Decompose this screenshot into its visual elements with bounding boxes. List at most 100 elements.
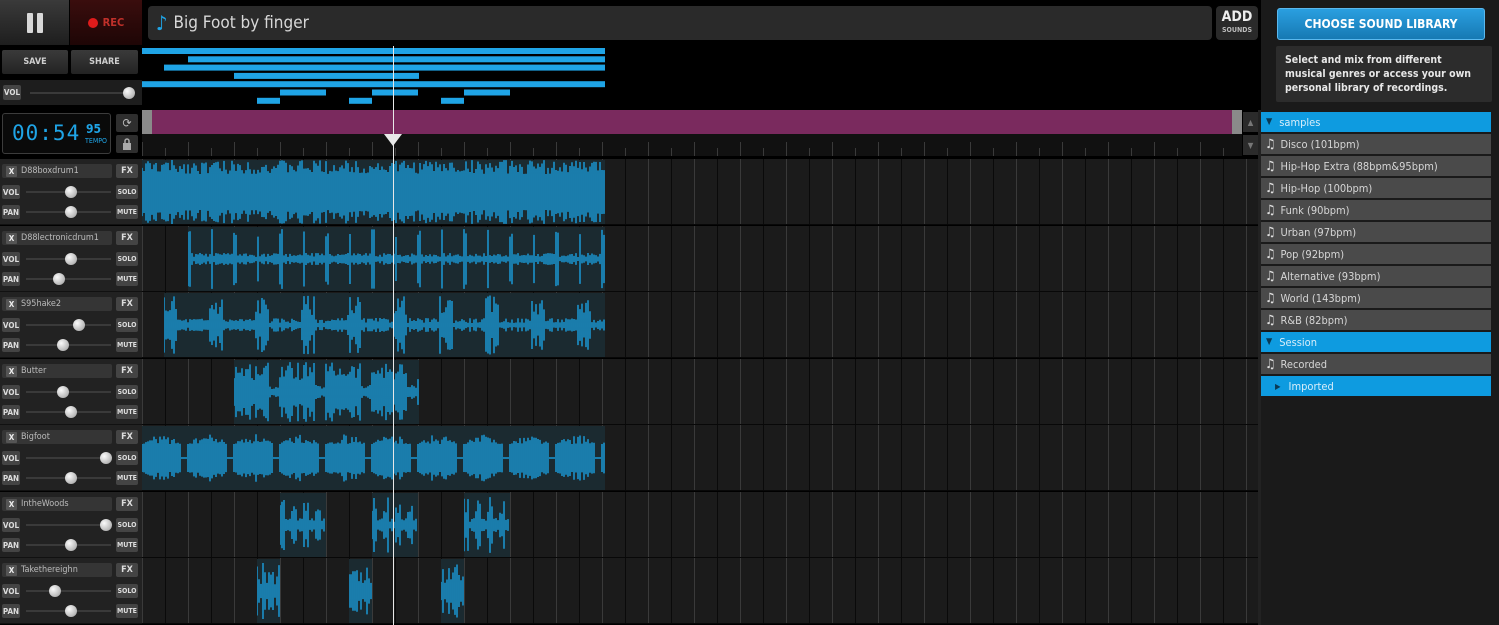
library-row[interactable]: ♫ Recorded xyxy=(1261,354,1491,374)
scroll-up-icon[interactable]: ▲ xyxy=(1243,112,1258,132)
audio-clip[interactable] xyxy=(280,493,326,557)
library-row[interactable]: ▼ Session xyxy=(1261,332,1491,352)
timeline-ruler[interactable] xyxy=(142,134,1242,156)
mute-button[interactable]: MUTE xyxy=(116,338,138,352)
pan-knob[interactable] xyxy=(65,206,77,218)
track-name-box[interactable]: X D88boxdrum1 xyxy=(2,164,112,178)
pan-knob[interactable] xyxy=(57,339,69,351)
vol-knob[interactable] xyxy=(49,585,61,597)
library-row[interactable]: ♫ Pop (92bpm) xyxy=(1261,244,1491,264)
library-row[interactable]: ♫ Hip-Hop (100bpm) xyxy=(1261,178,1491,198)
add-sounds-button[interactable]: ADD SOUNDS xyxy=(1216,6,1258,40)
track-name-box[interactable]: X S95hake2 xyxy=(2,297,112,311)
track-lane[interactable] xyxy=(142,492,1258,558)
playhead[interactable] xyxy=(393,46,394,625)
audio-clip[interactable] xyxy=(142,426,605,490)
track-name-box[interactable]: X Butter xyxy=(2,364,112,378)
remove-track-button[interactable]: X xyxy=(6,431,17,443)
loop-end-handle[interactable] xyxy=(1232,110,1242,134)
arrangement-overview[interactable] xyxy=(142,46,1260,108)
vol-knob[interactable] xyxy=(100,519,112,531)
track-name-box[interactable]: X IntheWoods xyxy=(2,497,112,511)
save-button[interactable]: SAVE xyxy=(2,50,68,74)
loop-start-handle[interactable] xyxy=(142,110,152,134)
vol-knob[interactable] xyxy=(73,319,85,331)
solo-button[interactable]: SOLO xyxy=(116,252,138,266)
remove-track-button[interactable]: X xyxy=(6,298,17,310)
library-row[interactable]: ♫ World (143bpm) xyxy=(1261,288,1491,308)
remove-track-button[interactable]: X xyxy=(6,232,17,244)
fx-button[interactable]: FX xyxy=(116,231,138,245)
sync-icon[interactable]: ⟳ xyxy=(116,114,138,132)
track-lane[interactable] xyxy=(142,292,1258,358)
pan-knob[interactable] xyxy=(65,406,77,418)
audio-clip[interactable] xyxy=(142,160,605,224)
vol-slider[interactable] xyxy=(26,590,111,592)
solo-button[interactable]: SOLO xyxy=(116,518,138,532)
audio-clip[interactable] xyxy=(164,293,605,357)
vol-knob[interactable] xyxy=(65,253,77,265)
solo-button[interactable]: SOLO xyxy=(116,185,138,199)
vol-knob[interactable] xyxy=(65,186,77,198)
scroll-down-icon[interactable]: ▼ xyxy=(1243,135,1258,155)
mute-button[interactable]: MUTE xyxy=(116,471,138,485)
library-row[interactable]: ♫ R&B (82bpm) xyxy=(1261,310,1491,330)
library-row[interactable]: ▶ Imported xyxy=(1261,376,1491,396)
track-name-box[interactable]: X D88lectronicdrum1 xyxy=(2,231,112,245)
library-row[interactable]: ♫ Disco (101bpm) xyxy=(1261,134,1491,154)
track-lane[interactable] xyxy=(142,226,1258,292)
remove-track-button[interactable]: X xyxy=(6,365,17,377)
vol-slider[interactable] xyxy=(26,457,111,459)
record-button[interactable]: REC xyxy=(70,0,142,45)
vol-slider[interactable] xyxy=(26,324,111,326)
track-lane[interactable] xyxy=(142,159,1258,225)
share-button[interactable]: SHARE xyxy=(71,50,138,74)
vol-knob[interactable] xyxy=(57,386,69,398)
solo-button[interactable]: SOLO xyxy=(116,451,138,465)
lock-icon[interactable] xyxy=(116,135,138,153)
pan-knob[interactable] xyxy=(65,472,77,484)
audio-clip[interactable] xyxy=(188,227,605,291)
audio-clip[interactable] xyxy=(372,493,418,557)
track-name-box[interactable]: X Takethereighn xyxy=(2,563,112,577)
remove-track-button[interactable]: X xyxy=(6,498,17,510)
library-row[interactable]: ♫ Funk (90bpm) xyxy=(1261,200,1491,220)
mute-button[interactable]: MUTE xyxy=(116,272,138,286)
audio-clip[interactable] xyxy=(257,559,280,623)
track-lane[interactable] xyxy=(142,558,1258,624)
fx-button[interactable]: FX xyxy=(116,297,138,311)
vol-knob[interactable] xyxy=(100,452,112,464)
master-vol-track[interactable] xyxy=(30,92,125,94)
fx-button[interactable]: FX xyxy=(116,164,138,178)
playhead-marker-icon[interactable] xyxy=(384,134,402,146)
pan-knob[interactable] xyxy=(65,539,77,551)
pause-button[interactable] xyxy=(0,0,70,45)
mute-button[interactable]: MUTE xyxy=(116,538,138,552)
fx-button[interactable]: FX xyxy=(116,497,138,511)
library-row[interactable]: ♫ Urban (97bpm) xyxy=(1261,222,1491,242)
fx-button[interactable]: FX xyxy=(116,563,138,577)
pan-slider[interactable] xyxy=(26,278,111,280)
track-name-box[interactable]: X Bigfoot xyxy=(2,430,112,444)
pan-knob[interactable] xyxy=(53,273,65,285)
audio-clip[interactable] xyxy=(349,559,372,623)
track-lane[interactable] xyxy=(142,425,1258,491)
fx-button[interactable]: FX xyxy=(116,430,138,444)
library-row[interactable]: ▼ samples xyxy=(1261,112,1491,132)
choose-sound-library-button[interactable]: CHOOSE SOUND LIBRARY xyxy=(1277,8,1485,40)
pan-knob[interactable] xyxy=(65,605,77,617)
solo-button[interactable]: SOLO xyxy=(116,584,138,598)
master-vol-knob[interactable] xyxy=(123,87,135,99)
loop-region-bar[interactable] xyxy=(142,110,1242,134)
mute-button[interactable]: MUTE xyxy=(116,604,138,618)
library-row[interactable]: ♫ Hip-Hop Extra (88bpm&95bpm) xyxy=(1261,156,1491,176)
audio-clip[interactable] xyxy=(464,493,510,557)
library-row[interactable]: ♫ Alternative (93bpm) xyxy=(1261,266,1491,286)
mute-button[interactable]: MUTE xyxy=(116,405,138,419)
mute-button[interactable]: MUTE xyxy=(116,205,138,219)
vol-slider[interactable] xyxy=(26,524,111,526)
solo-button[interactable]: SOLO xyxy=(116,385,138,399)
remove-track-button[interactable]: X xyxy=(6,165,17,177)
audio-clip[interactable] xyxy=(441,559,464,623)
project-title-bar[interactable]: ♪ Big Foot by finger xyxy=(148,6,1212,40)
